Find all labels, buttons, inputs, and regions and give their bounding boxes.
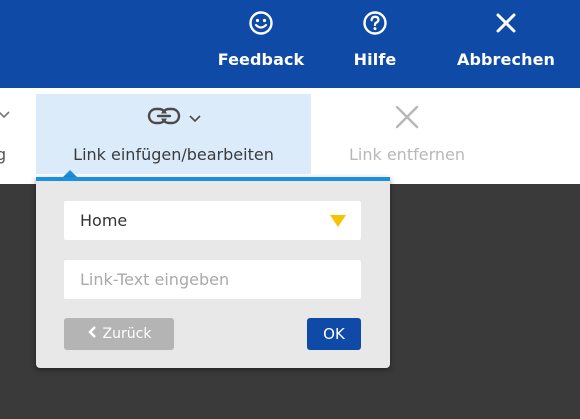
chevron-down-icon [188,109,201,128]
feedback-button[interactable]: Feedback [214,10,308,69]
editor-toolbar: g Link einfügen/bearbeiten Link entferne… [0,88,580,184]
remove-link-button[interactable]: Link entfernen [333,94,481,174]
smiley-icon [248,10,274,36]
feedback-label: Feedback [217,50,305,69]
help-icon [362,10,388,36]
cancel-button[interactable]: Abbrechen [450,10,562,69]
dropdown-arrow-icon [329,213,347,232]
page-select[interactable]: Home [64,201,361,240]
chevron-left-icon [87,326,97,342]
remove-link-label: Link entfernen [348,145,465,164]
back-button[interactable]: Zurück [64,318,174,350]
link-icon [147,106,181,130]
close-icon [493,10,519,36]
insert-link-button[interactable]: Link einfügen/bearbeiten [36,94,311,174]
link-text-input[interactable] [64,260,361,299]
chevron-down-icon [0,106,10,125]
close-icon [394,104,420,134]
toolbar-item-partial-label: g [0,145,7,164]
ok-button[interactable]: OK [307,318,361,350]
top-header: Feedback Hilfe Abbrechen [0,0,580,88]
help-label: Hilfe [353,50,397,69]
insert-link-label: Link einfügen/bearbeiten [73,145,274,164]
toolbar-item-partial[interactable]: g [0,88,18,184]
cancel-label: Abbrechen [456,50,556,69]
back-button-label: Zurück [102,326,152,342]
help-button[interactable]: Hilfe [342,10,408,69]
link-popup: Home Zurück OK [36,177,390,368]
page-select-value: Home [80,211,128,230]
